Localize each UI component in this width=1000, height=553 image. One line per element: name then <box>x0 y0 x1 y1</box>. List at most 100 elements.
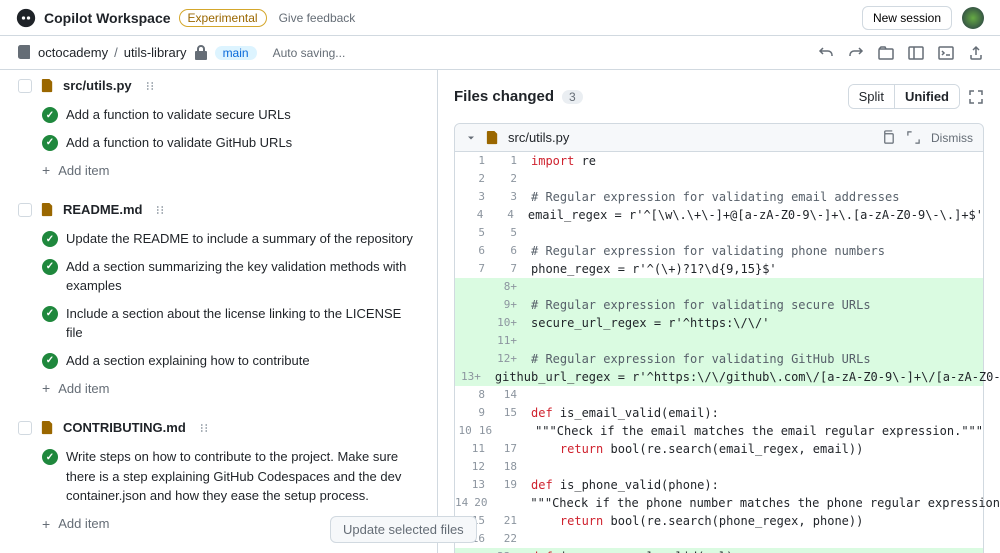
diff-line: 11 17 return bool(re.search(email_regex,… <box>455 440 983 458</box>
experimental-badge: Experimental <box>179 9 267 27</box>
breadcrumb-owner[interactable]: octocademy <box>38 45 108 60</box>
code-text: return bool(re.search(email_regex, email… <box>527 440 983 458</box>
give-feedback-link[interactable]: Give feedback <box>279 11 356 25</box>
update-selected-files-button[interactable]: Update selected files <box>330 516 477 543</box>
user-avatar[interactable] <box>962 7 984 29</box>
plan-file-name: CONTRIBUTING.md <box>63 420 186 435</box>
old-line-number: 3 <box>455 188 491 206</box>
files-changed-count: 3 <box>562 90 583 104</box>
new-line-number: 21 <box>491 512 527 530</box>
plan-task[interactable]: Update the README to include a summary o… <box>16 225 421 253</box>
new-line-number: 19 <box>491 476 527 494</box>
diff-line: 6 6 # Regular expression for validating … <box>455 242 983 260</box>
plus-icon: + <box>42 162 50 178</box>
code-text: def is_email_valid(email): <box>527 404 983 422</box>
add-item-button[interactable]: +Add item <box>16 374 421 402</box>
plus-icon: + <box>42 516 50 532</box>
code-text <box>527 224 983 242</box>
drag-handle-icon[interactable] <box>154 204 166 216</box>
redo-icon[interactable] <box>848 45 864 61</box>
code-text: # Regular expression for validating emai… <box>527 188 983 206</box>
dismiss-button[interactable]: Dismiss <box>931 131 973 145</box>
diff-line: 8+ <box>455 278 983 296</box>
new-line-number: 8+ <box>491 278 527 296</box>
plan-file-name: README.md <box>63 202 142 217</box>
drag-handle-icon[interactable] <box>198 422 210 434</box>
add-item-label: Add item <box>58 516 109 531</box>
unified-view-button[interactable]: Unified <box>895 85 959 108</box>
plan-task[interactable]: Add a section explaining how to contribu… <box>16 347 421 375</box>
diff-line: 15 21 return bool(re.search(phone_regex,… <box>455 512 983 530</box>
new-line-number: 10+ <box>491 314 527 332</box>
diff-line: 14 20 """Check if the phone number match… <box>455 494 983 512</box>
add-item-label: Add item <box>58 163 109 178</box>
new-line-number: 1 <box>491 152 527 170</box>
code-text: # Regular expression for validating GitH… <box>527 350 983 368</box>
expand-file-icon[interactable] <box>906 130 921 145</box>
fullscreen-icon[interactable] <box>968 89 984 105</box>
plan-task[interactable]: Add a section summarizing the key valida… <box>16 253 421 300</box>
branch-chip[interactable]: main <box>215 46 257 60</box>
code-text: email_regex = r'^[\w\.\+\-]+@[a-zA-Z0-9\… <box>524 206 983 224</box>
diff-view-toggle: Split Unified <box>848 84 960 109</box>
task-text: Add a section summarizing the key valida… <box>66 257 419 296</box>
old-line-number: 5 <box>455 224 491 242</box>
brand-title: Copilot Workspace <box>44 10 171 26</box>
diff-line: 12 18 <box>455 458 983 476</box>
code-text <box>527 170 983 188</box>
diff-line: 2 2 <box>455 170 983 188</box>
diff-line: 3 3 # Regular expression for validating … <box>455 188 983 206</box>
drag-handle-icon[interactable] <box>144 80 156 92</box>
plan-task[interactable]: Include a section about the license link… <box>16 300 421 347</box>
diff-line: 5 5 <box>455 224 983 242</box>
plan-task[interactable]: Write steps on how to contribute to the … <box>16 443 421 510</box>
plan-file-header: src/utils.py <box>16 70 421 101</box>
old-line-number: 4 <box>455 206 489 224</box>
old-line-number <box>455 332 491 350</box>
breadcrumb-repo[interactable]: utils-library <box>124 45 187 60</box>
breadcrumb-separator: / <box>114 45 118 60</box>
new-line-number: 15 <box>491 404 527 422</box>
code-text: secure_url_regex = r'^https:\/\/' <box>527 314 983 332</box>
code-text: phone_regex = r'^(\+)?1?\d{9,15}$' <box>527 260 983 278</box>
plan-file-header: README.md <box>16 194 421 225</box>
new-line-number: 13+ <box>461 368 491 386</box>
undo-icon[interactable] <box>818 45 834 61</box>
new-line-number: 11+ <box>491 332 527 350</box>
new-line-number: 14 <box>491 386 527 404</box>
new-line-number: 5 <box>491 224 527 242</box>
add-item-button[interactable]: + Add item <box>16 156 421 184</box>
new-line-number: 12+ <box>491 350 527 368</box>
file-checkbox[interactable] <box>18 203 32 217</box>
copy-icon[interactable] <box>881 130 896 145</box>
plan-task[interactable]: Add a function to validate secure URLs <box>16 101 421 129</box>
old-line-number: 2 <box>455 170 491 188</box>
terminal-icon[interactable] <box>938 45 954 61</box>
diff-line: 12+ # Regular expression for validating … <box>455 350 983 368</box>
file-checkbox[interactable] <box>18 421 32 435</box>
task-check-icon <box>42 135 58 151</box>
old-line-number: 6 <box>455 242 491 260</box>
files-changed-header: Files changed 3 Split Unified <box>438 70 1000 119</box>
new-session-button[interactable]: New session <box>862 6 952 30</box>
plan-file-header: CONTRIBUTING.md <box>16 412 421 443</box>
task-check-icon <box>42 231 58 247</box>
file-checkbox[interactable] <box>18 79 32 93</box>
old-line-number <box>455 296 491 314</box>
plan-task[interactable]: Add a function to validate GitHub URLs <box>16 129 421 157</box>
code-text: def is_phone_valid(phone): <box>527 476 983 494</box>
chevron-down-icon[interactable] <box>465 132 477 144</box>
task-text: Add a function to validate secure URLs <box>66 105 291 125</box>
diff-line: 23+ def is_secure_url_valid(url): <box>455 548 983 553</box>
folder-icon[interactable] <box>878 45 894 61</box>
diff-line: 16 22 <box>455 530 983 548</box>
code-text: """Check if the phone number matches the… <box>498 494 1000 512</box>
new-line-number: 20 <box>474 494 497 512</box>
task-check-icon <box>42 107 58 123</box>
file-icon <box>40 420 55 435</box>
code-text <box>527 458 983 476</box>
new-line-number: 22 <box>491 530 527 548</box>
share-icon[interactable] <box>968 45 984 61</box>
split-view-button[interactable]: Split <box>849 85 894 108</box>
panel-icon[interactable] <box>908 45 924 61</box>
